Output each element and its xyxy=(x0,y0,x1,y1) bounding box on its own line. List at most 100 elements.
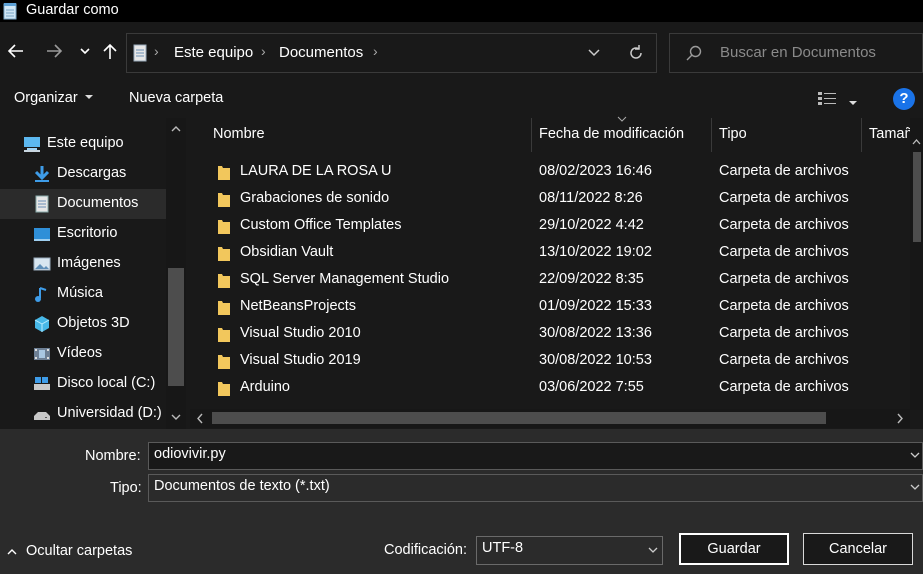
file-date: 08/02/2023 16:46 xyxy=(539,163,652,179)
organize-button[interactable]: Organizar xyxy=(14,90,94,106)
file-list-scrollbar-thumb[interactable] xyxy=(913,152,921,242)
sidebar-item-escritorio[interactable]: Escritorio xyxy=(0,219,166,249)
back-button[interactable] xyxy=(5,42,27,64)
sidebar-item-universidad-d[interactable]: Universidad (D:) xyxy=(0,399,166,429)
drive-icon xyxy=(34,377,50,390)
encoding-select[interactable]: UTF-8 xyxy=(476,536,663,565)
chevron-up-icon[interactable] xyxy=(912,138,921,146)
arrow-left-icon xyxy=(7,44,23,58)
table-row[interactable]: Visual Studio 2010 30/08/2022 13:36 Carpet… xyxy=(190,321,910,348)
filetype-value: Documentos de texto (*.txt) xyxy=(154,478,330,494)
address-dropdown-icon[interactable] xyxy=(587,47,601,59)
file-type: Carpeta de archivos xyxy=(719,217,849,233)
file-name: Custom Office Templates xyxy=(240,217,402,233)
filename-input[interactable]: odiovivir.py xyxy=(148,442,923,470)
column-header-size[interactable]: Tamaño xyxy=(861,118,910,152)
sidebar-item-disco-local-c[interactable]: Disco local (C:) xyxy=(0,369,166,399)
document-icon xyxy=(35,195,49,213)
help-button[interactable]: ? xyxy=(893,88,915,110)
save-button[interactable]: Guardar xyxy=(679,533,789,565)
table-row[interactable]: Arduino 03/06/2022 7:55 Carpeta de archivo… xyxy=(190,375,910,402)
hide-folders-button[interactable]: Ocultar carpetas xyxy=(6,543,132,561)
music-icon xyxy=(35,287,47,302)
chevron-down-icon xyxy=(648,547,658,553)
horizontal-scrollbar-thumb[interactable] xyxy=(212,412,826,424)
chevron-left-icon[interactable] xyxy=(196,413,204,424)
filetype-select[interactable]: Documentos de texto (*.txt) xyxy=(148,474,923,502)
window-title: Guardar como xyxy=(26,2,119,18)
view-options-button[interactable] xyxy=(818,92,838,110)
navigation-bar: › Este equipo › Documentos › Buscar en D… xyxy=(0,22,923,84)
sidebar-item-documentos[interactable]: Documentos xyxy=(0,189,166,219)
file-date: 08/11/2022 8:26 xyxy=(539,190,643,206)
sidebar-item-label: Objetos 3D xyxy=(57,315,130,331)
sidebar-item-descargas[interactable]: Descargas xyxy=(0,159,166,189)
chevron-right-icon[interactable] xyxy=(896,413,904,424)
search-box[interactable]: Buscar en Documentos xyxy=(669,33,923,73)
sidebar-item-label: Universidad (D:) xyxy=(57,405,162,421)
video-icon xyxy=(34,348,50,360)
arrow-right-icon xyxy=(47,44,63,58)
chevron-up-icon xyxy=(7,549,17,555)
table-row[interactable]: Obsidian Vault 13/10/2022 19:02 Carpeta de… xyxy=(190,240,910,267)
navigation-pane: Este equipo Descargas Documentos Escrito… xyxy=(0,118,188,429)
breadcrumb-separator: › xyxy=(154,43,159,59)
sidebar-item-musica[interactable]: Música xyxy=(0,279,166,309)
sidebar-item-label: Descargas xyxy=(57,165,127,181)
chevron-down-icon[interactable] xyxy=(170,412,182,422)
file-list-vertical-scrollbar[interactable] xyxy=(910,118,923,410)
table-row[interactable]: LAURA DE LA ROSA U 08/02/2023 16:46 Carpet… xyxy=(190,159,910,186)
save-form: Nombre: odiovivir.py Tipo: Documentos de… xyxy=(0,429,923,574)
breadcrumb-este-equipo[interactable]: Este equipo xyxy=(174,44,253,61)
table-row[interactable]: Custom Office Templates 29/10/2022 4:42 Ca… xyxy=(190,213,910,240)
folder-icon xyxy=(218,301,230,315)
search-icon xyxy=(686,45,702,61)
table-row[interactable]: Grabaciones de sonido 08/11/2022 8:26 Carp… xyxy=(190,186,910,213)
sidebar-item-objetos-3d[interactable]: Objetos 3D xyxy=(0,309,166,339)
column-header-type[interactable]: Tipo xyxy=(711,118,861,152)
encoding-label: Codificación: xyxy=(384,542,468,558)
breadcrumb-documentos[interactable]: Documentos xyxy=(279,44,363,61)
folder-icon xyxy=(218,355,230,369)
sidebar-item-label: Vídeos xyxy=(57,345,103,361)
sidebar-scrollbar-thumb[interactable] xyxy=(168,268,184,386)
file-type: Carpeta de archivos xyxy=(719,244,849,260)
sidebar-item-label: Documentos xyxy=(57,195,139,211)
table-row[interactable]: NetBeansProjects 01/09/2022 15:33 Carpeta … xyxy=(190,294,910,321)
sidebar-item-videos[interactable]: Vídeos xyxy=(0,339,166,369)
file-name: Arduino xyxy=(240,379,290,395)
up-button[interactable] xyxy=(99,42,121,64)
download-icon xyxy=(34,166,50,182)
file-date: 30/08/2022 13:36 xyxy=(539,325,652,341)
filename-value: odiovivir.py xyxy=(154,446,226,462)
folder-icon xyxy=(218,247,230,261)
chevron-up-icon[interactable] xyxy=(170,124,182,134)
file-list-horizontal-scrollbar[interactable] xyxy=(190,409,910,428)
command-bar: Organizar Nueva carpeta ? xyxy=(0,84,923,118)
file-date: 29/10/2022 4:42 xyxy=(539,217,644,233)
breadcrumb-separator: › xyxy=(261,43,266,59)
view-dropdown-button[interactable] xyxy=(848,95,858,111)
sidebar-item-este-equipo[interactable]: Este equipo xyxy=(0,129,166,159)
breadcrumb-separator: › xyxy=(373,43,378,59)
column-header-name[interactable]: Nombre xyxy=(205,116,627,152)
organize-label: Organizar xyxy=(14,90,78,106)
table-row[interactable]: Visual Studio 2019 30/08/2022 10:53 Carpet… xyxy=(190,348,910,375)
sidebar-item-imagenes[interactable]: Imágenes xyxy=(0,249,166,279)
file-name: SQL Server Management Studio xyxy=(240,271,450,287)
title-bar: Guardar como xyxy=(0,0,923,22)
sidebar-scrollbar[interactable] xyxy=(166,118,186,429)
forward-button[interactable] xyxy=(43,42,65,64)
column-header-date[interactable]: Fecha de modificación xyxy=(531,118,711,152)
file-date: 13/10/2022 19:02 xyxy=(539,244,652,260)
address-bar[interactable]: › Este equipo › Documentos › xyxy=(126,33,657,73)
table-row[interactable]: SQL Server Management Studio 22/09/2022 8… xyxy=(190,267,910,294)
chevron-down-icon[interactable] xyxy=(910,451,920,459)
chevron-down-icon xyxy=(910,484,920,490)
refresh-icon[interactable] xyxy=(627,44,645,62)
desktop-icon xyxy=(34,228,50,241)
file-date: 22/09/2022 8:35 xyxy=(539,271,644,287)
new-folder-button[interactable]: Nueva carpeta xyxy=(129,90,223,106)
recent-locations-button[interactable] xyxy=(74,42,96,64)
cancel-button[interactable]: Cancelar xyxy=(803,533,913,565)
